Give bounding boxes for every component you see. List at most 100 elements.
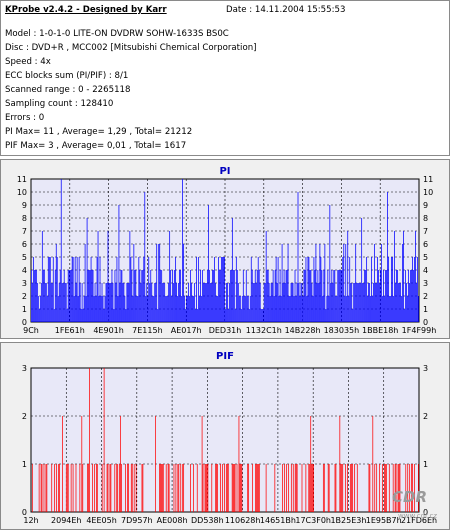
pif-y-tick-left: 2 <box>22 412 27 421</box>
scan-date: Date : 14.11.2004 15:55:53 <box>226 5 346 15</box>
pi-bar <box>170 270 172 322</box>
pif-bar <box>286 464 287 512</box>
pif-bar <box>376 464 378 512</box>
pi-bar <box>195 309 196 322</box>
pi-bar <box>83 296 85 322</box>
pi-bar <box>71 257 73 322</box>
pi-bar <box>307 257 309 322</box>
pif-bar <box>220 464 221 512</box>
pi-bar <box>336 296 338 322</box>
pi-bar <box>200 270 201 322</box>
pi-bar <box>61 283 63 322</box>
pi-y-tick-left: 4 <box>22 266 27 275</box>
pi-bar <box>208 205 209 322</box>
pi-bar <box>93 296 95 322</box>
pi-bar <box>150 270 152 322</box>
pi-bar <box>202 270 203 322</box>
pif-bar <box>106 464 108 512</box>
pi-y-tick-right: 11 <box>423 175 433 184</box>
pi-bar <box>217 296 218 322</box>
pif-bar <box>109 464 111 512</box>
pif-bar <box>350 464 351 512</box>
pif-bar <box>72 464 74 512</box>
pi-bar <box>53 309 55 322</box>
pif-bar <box>284 464 285 512</box>
pi-bar <box>65 283 67 322</box>
pi-bar <box>230 270 232 322</box>
pif-bar <box>201 416 203 512</box>
pi-bar <box>203 283 204 322</box>
pi-bar <box>372 296 373 322</box>
pif-bar <box>40 464 42 512</box>
pi-bar <box>86 218 88 322</box>
pi-bar <box>234 309 236 322</box>
pif-bar <box>328 464 330 512</box>
pif-bar <box>339 416 341 512</box>
pi-bar <box>204 283 205 322</box>
pi-bar <box>192 296 193 322</box>
pi-bar <box>395 283 396 322</box>
pi-y-tick-right: 7 <box>423 227 428 236</box>
info-pi-summary: PI Max= 11 , Average= 1,29 , Total= 2121… <box>5 127 193 137</box>
pif-bar <box>308 464 310 512</box>
pi-bar <box>352 309 354 322</box>
pi-bar <box>384 296 385 322</box>
pi-bar <box>129 231 131 322</box>
pif-bar <box>79 464 81 512</box>
pi-bar <box>391 257 392 322</box>
pi-bar <box>117 296 119 322</box>
pi-bar <box>253 283 255 322</box>
watermark-url: www.cdr.cz <box>398 512 438 520</box>
pif-bar <box>247 464 249 512</box>
pi-bar <box>387 192 388 322</box>
pi-bar <box>242 270 244 322</box>
pif-bar <box>43 464 45 512</box>
pi-bar <box>322 296 324 322</box>
pi-y-tick-left: 1 <box>22 305 27 314</box>
pif-bar <box>46 464 48 512</box>
pi-bar <box>104 296 106 322</box>
pi-bar <box>358 283 360 322</box>
pi-bar <box>135 270 137 322</box>
pi-bar <box>137 296 139 322</box>
pi-bar <box>318 283 320 322</box>
pi-bar <box>45 283 47 322</box>
pif-bar <box>155 416 156 512</box>
pi-y-tick-left: 6 <box>22 240 27 249</box>
pi-bar <box>228 283 230 322</box>
pif-bar <box>202 464 204 512</box>
pi-bar <box>134 270 136 322</box>
pi-bar <box>149 283 151 322</box>
pi-bar <box>78 257 80 322</box>
pi-bar <box>394 231 395 322</box>
pi-bar <box>312 296 314 322</box>
pi-bar <box>77 296 79 322</box>
pi-bar <box>332 283 334 322</box>
pi-bar <box>42 270 44 322</box>
pi-bar <box>328 296 330 322</box>
pi-bar <box>222 257 223 322</box>
pif-bar <box>295 464 297 512</box>
info-sampling: Sampling count : 128410 <box>5 99 114 109</box>
pif-bar <box>192 464 194 512</box>
pi-bar <box>317 270 319 322</box>
pif-bar <box>45 464 47 512</box>
pi-bar <box>163 283 165 322</box>
pif-bar <box>110 464 112 512</box>
pi-bar <box>111 270 113 322</box>
pi-bar <box>181 296 182 322</box>
pi-bar <box>339 270 341 322</box>
pif-bar <box>385 464 386 512</box>
pi-bar <box>257 257 259 322</box>
pif-bar <box>255 464 256 512</box>
pif-bar <box>206 464 208 512</box>
pi-bar <box>140 283 142 322</box>
pi-bar <box>231 218 233 322</box>
pi-y-tick-left: 7 <box>22 227 27 236</box>
pif-bar <box>356 464 358 512</box>
pi-bar <box>136 296 138 322</box>
pi-bar <box>38 309 40 322</box>
pi-bar <box>187 296 188 322</box>
pif-bar <box>322 464 324 512</box>
pi-bar <box>309 270 311 322</box>
